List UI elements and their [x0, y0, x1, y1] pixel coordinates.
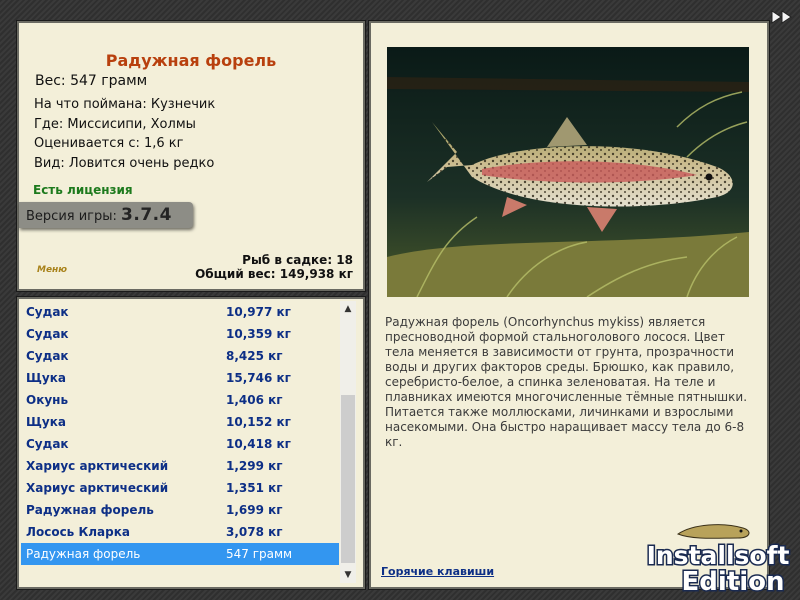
cage-total-weight: Общий вес: 149,938 кг	[195, 267, 353, 281]
catch-fish-name: Судак	[26, 349, 69, 363]
fish-name-title: Радужная форель	[105, 51, 277, 70]
catch-fish-weight: 10,977 кг	[226, 305, 291, 319]
catch-list-item[interactable]: Судак 8,425 кг	[21, 345, 339, 367]
catch-list-item[interactable]: Щука 10,152 кг	[21, 411, 339, 433]
catch-list-item[interactable]: Окунь 1,406 кг	[21, 389, 339, 411]
fish-description-panel: Радужная форель (Oncorhynchus mykiss) яв…	[368, 20, 770, 590]
catch-fish-weight: 3,078 кг	[226, 525, 283, 539]
fast-forward-icon[interactable]	[771, 10, 793, 24]
catch-fish-weight: 10,418 кг	[226, 437, 291, 451]
fish-bait: На что поймана: Кузнечик	[34, 97, 216, 112]
catch-fish-name: Судак	[26, 327, 69, 341]
scroll-down-arrow-icon[interactable]: ▼	[340, 567, 356, 583]
catch-list[interactable]: Судак 10,977 кг Судак 10,359 кг Судак 8,425 к…	[21, 301, 339, 577]
game-version-badge: Версия игры: 3.7.4	[19, 202, 193, 228]
fish-description-text: Радужная форель (Oncorhynchus mykiss) яв…	[385, 315, 748, 449]
logo-line1: Installsoft	[647, 541, 790, 570]
version-label: Версия игры:	[26, 209, 117, 224]
fish-info-panel: Радужная форель Вес: 547 грамм На что по…	[16, 20, 366, 292]
catch-fish-name: Хариус арктический	[26, 459, 169, 473]
catch-list-panel: Судак 10,977 кг Судак 10,359 кг Судак 8,425 к…	[16, 296, 366, 590]
catch-list-item[interactable]: Судак 10,977 кг	[21, 301, 339, 323]
catch-fish-name: Радужная форель	[26, 503, 154, 517]
catch-fish-weight: 8,425 кг	[226, 349, 283, 363]
catch-list-item[interactable]: Лосось Кларка 3,078 кг	[21, 521, 339, 543]
catch-list-item[interactable]: Хариус арктический 1,351 кг	[21, 477, 339, 499]
catch-fish-name: Радужная форель	[26, 547, 141, 561]
catch-fish-name: Окунь	[26, 393, 69, 407]
catch-fish-weight: 1,699 кг	[226, 503, 283, 517]
fish-details: На что поймана: Кузнечик Где: Миссисипи,…	[34, 95, 215, 173]
scroll-up-arrow-icon[interactable]: ▲	[340, 301, 356, 317]
catch-fish-name: Судак	[26, 305, 69, 319]
fish-place: Где: Миссисипи, Холмы	[34, 116, 196, 132]
fish-value: Оценивается с: 1,6 кг	[34, 136, 184, 151]
catch-fish-weight: 10,359 кг	[226, 327, 291, 341]
catch-fish-weight: 547 грамм	[226, 547, 293, 561]
catch-fish-weight: 15,746 кг	[226, 371, 291, 385]
fish-rarity: Вид: Ловится очень редко	[34, 155, 215, 171]
catch-fish-name: Судак	[26, 437, 69, 451]
fish-weight: Вес: 547 грамм	[35, 73, 148, 89]
fish-photo	[387, 47, 749, 297]
catch-list-item[interactable]: Судак 10,418 кг	[21, 433, 339, 455]
catch-list-item[interactable]: Судак 10,359 кг	[21, 323, 339, 345]
catch-list-scrollbar[interactable]: ▲ ▼	[340, 301, 356, 583]
hotkeys-link[interactable]: Горячие клавиши	[381, 565, 494, 578]
catch-fish-name: Щука	[26, 371, 66, 385]
catch-fish-name: Хариус арктический	[26, 481, 169, 495]
logo-line2: Edition	[682, 567, 785, 596]
catch-list-item[interactable]: Хариус арктический 1,299 кг	[21, 455, 339, 477]
catch-fish-name: Лосось Кларка	[26, 525, 130, 539]
installsoft-edition-logo: Installsoft Edition	[645, 524, 791, 596]
license-status: Есть лицензия	[33, 183, 133, 197]
version-number: 3.7.4	[121, 205, 172, 225]
scroll-thumb[interactable]	[341, 395, 355, 563]
catch-fish-weight: 1,299 кг	[226, 459, 283, 473]
catch-fish-weight: 10,152 кг	[226, 415, 291, 429]
catch-list-item-selected[interactable]: Радужная форель 547 грамм	[21, 543, 339, 565]
catch-list-item[interactable]: Радужная форель 1,699 кг	[21, 499, 339, 521]
catch-list-item[interactable]: Щука 15,746 кг	[21, 367, 339, 389]
cage-stats: Рыб в садке: 18 Общий вес: 149,938 кг	[195, 253, 353, 281]
cage-count: Рыб в садке: 18	[242, 253, 353, 267]
menu-button[interactable]: Меню	[37, 265, 67, 275]
catch-fish-weight: 1,406 кг	[226, 393, 283, 407]
catch-fish-weight: 1,351 кг	[226, 481, 283, 495]
catch-fish-name: Щука	[26, 415, 66, 429]
